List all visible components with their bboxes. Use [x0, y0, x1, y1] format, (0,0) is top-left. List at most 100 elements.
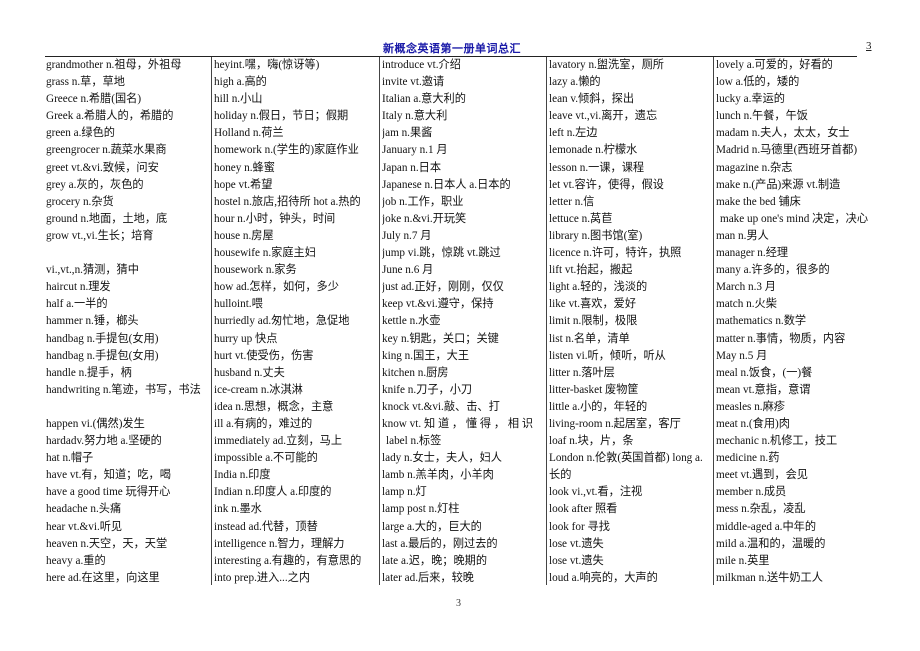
vocabulary-entry: member n.成员 [716, 486, 787, 499]
vocabulary-entry: library n.图书馆(室) [549, 229, 643, 242]
vocabulary-entry: middle-aged a.中年的 [716, 520, 817, 533]
vocabulary-entry: lamp n.灯 [382, 486, 427, 499]
vocabulary-entry: Italian a.意大利的 [382, 93, 466, 106]
vocabulary-entry: mean vt.意指，意谓 [716, 383, 811, 396]
vocabulary-entry: hour n.小时，钟头，时间 [214, 212, 336, 225]
vocabulary-entry: handbag n.手提包(女用) [46, 349, 159, 362]
vocabulary-entry: happen vi.(偶然)发生 [46, 417, 145, 430]
vocabulary-entry: lemonade n.柠檬水 [549, 144, 638, 157]
vocabulary-entry: lesson n.一课，课程 [549, 161, 645, 174]
vocabulary-entry [46, 245, 211, 262]
vocabulary-entry: loaf n.块，片，条 [549, 435, 634, 448]
vocabulary-entry: low a.低的，矮的 [716, 76, 800, 89]
vocabulary-entry: hear vt.&vi.听见 [46, 520, 123, 533]
vocabulary-entry: hope vt.希望 [214, 178, 273, 191]
vocabulary-entry: India n.印度 [214, 469, 271, 482]
vocabulary-entry: many a.许多的，很多的 [716, 264, 830, 277]
vocabulary-entry: meat n.(食用)肉 [716, 417, 790, 430]
vocabulary-entry: job n.工作，职业 [382, 195, 464, 208]
vocabulary-entry: meet vt.遇到，会见 [716, 469, 808, 482]
vocabulary-entry: intelligence n.智力，理解力 [214, 537, 345, 550]
vocabulary-entry: June n.6 月 [382, 264, 434, 277]
vocabulary-entry: Greek a.希腊人的，希腊的 [46, 110, 174, 123]
vocabulary-entry: meal n.饭食，(一)餐 [716, 366, 813, 379]
vocabulary-entry: hat n.帽子 [46, 452, 94, 465]
vocabulary-entry: interesting a.有趣的，有意思的 [214, 554, 362, 567]
vocabulary-entry: lose vt.遗失 [549, 554, 604, 567]
vocabulary-entry: lift vt.抬起，搬起 [549, 264, 633, 277]
vocabulary-entry: housewife n.家庭主妇 [214, 247, 316, 260]
vocabulary-entry: lunch n.午餐，午饭 [716, 110, 808, 123]
vocabulary-entry: magazine n.杂志 [716, 161, 793, 174]
vocabulary-column-2: heyint.嘿，嗨(惊讶等) high a.高的 hill n.小山 holiday… [211, 57, 379, 585]
vocabulary-entry: large a.大的，巨大的 [382, 520, 482, 533]
vocabulary-entry: May n.5 月 [716, 349, 768, 362]
vocabulary-entry: just ad.正好，刚刚，仅仅 [382, 281, 504, 294]
vocabulary-entry: have vt.有，知道；吃，喝 [46, 469, 171, 482]
vocabulary-entry: March n.3 月 [716, 281, 776, 294]
vocabulary-entry: look vi.,vt.看，注视 [549, 486, 643, 499]
vocabulary-column-3: introduce vt.介绍 invite vt.邀请 Italian a.意大利… [379, 57, 546, 585]
header-page-number: 3 [866, 40, 872, 52]
vocabulary-entry: grocery n.杂货 [46, 195, 114, 208]
vocabulary-entry: man n.男人 [716, 229, 769, 242]
vocabulary-entry: madam n.夫人，太太，女士 [716, 127, 850, 140]
vocabulary-entry: mild a.温和的，温暖的 [716, 537, 826, 550]
vocabulary-entry: introduce vt.介绍 [382, 59, 461, 71]
vocabulary-entry: licence n.许可，特许，执照 [549, 247, 682, 260]
vocabulary-entry: honey n.蜂蜜 [214, 161, 275, 174]
vocabulary-entry: Japan n.日本 [382, 161, 442, 174]
vocabulary-entry: key n.钥匙，关口；关键 [382, 332, 499, 345]
vocabulary-entry: lovely a.可爱的，好看的 [716, 59, 833, 71]
vocabulary-entry: July n.7 月 [382, 229, 432, 242]
vocabulary-entry: green a.绿色的 [46, 127, 115, 140]
vocabulary-entry: greengrocer n.蔬菜水果商 [46, 144, 167, 157]
vocabulary-entry: 长的 [549, 469, 572, 482]
vocabulary-entry: lamb n.羔羊肉，小羊肉 [382, 469, 494, 482]
vocabulary-entry: lose vt.遗失 [549, 537, 604, 550]
vocabulary-entry: last a.最后的，刚过去的 [382, 537, 498, 550]
vocabulary-entry: holiday n.假日，节日；假期 [214, 110, 349, 123]
vocabulary-entry: how ad.怎样，如何，多少 [214, 281, 339, 294]
vocabulary-entry: grass n.草，草地 [46, 76, 125, 89]
vocabulary-entry: list n.名单，清单 [549, 332, 630, 345]
vocabulary-entry: knock vt.&vi.敲、击、打 [382, 400, 500, 413]
vocabulary-entry: lean v.倾斜，探出 [549, 93, 635, 106]
vocabulary-column-4: lavatory n.盥洗室，厕所 lazy a.懒的 lean v.倾斜，探出 le… [546, 57, 713, 585]
vocabulary-column-5: lovely a.可爱的，好看的 low a.低的，矮的 lucky a.幸运的 lu… [713, 57, 877, 585]
vocabulary-entry: kettle n.水壶 [382, 315, 441, 328]
vocabulary-entry: grow vt.,vi.生长；培育 [46, 229, 154, 242]
vocabulary-entry: invite vt.邀请 [382, 76, 445, 89]
document-header-title: 新概念英语第一册单词总汇 [383, 42, 521, 55]
vocabulary-entry: husband n.丈夫 [214, 366, 285, 379]
vocabulary-entry: Madrid n.马德里(西班牙首都) [716, 144, 858, 157]
vocabulary-table: grandmother n.祖母，外祖母 grass n.草，草地 Greece n… [45, 57, 877, 585]
vocabulary-entry: hulloint.喂 [214, 298, 263, 311]
vocabulary-entry: handwriting n.笔迹，书写，书法 [46, 383, 201, 396]
vocabulary-entry: here ad.在这里，向这里 [46, 571, 160, 584]
vocabulary-entry: idea n.思想，概念，主意 [214, 400, 334, 413]
vocabulary-entry: Greece n.希腊(国名) [46, 93, 142, 106]
vocabulary-entry: kitchen n.厨房 [382, 366, 449, 379]
vocabulary-entry: letter n.信 [549, 195, 595, 208]
vocabulary-entry: know vt. 知 道 ， 懂 得 ， 相 识 [382, 417, 534, 430]
vocabulary-entry: grey a.灰的，灰色的 [46, 178, 144, 191]
vocabulary-entry: lettuce n.莴苣 [549, 212, 613, 225]
vocabulary-entry: lucky a.幸运的 [716, 93, 785, 106]
vocabulary-entry: greet vt.&vi.致候，问安 [46, 161, 159, 174]
vocabulary-entry: look for 寻找 [549, 520, 610, 533]
vocabulary-entry: make the bed 铺床 [716, 195, 801, 208]
vocabulary-entry: medicine n.药 [716, 452, 780, 465]
vocabulary-entry: immediately ad.立刻，马上 [214, 435, 343, 448]
vocabulary-entry: headache n.头痛 [46, 503, 122, 516]
vocabulary-entry: Italy n.意大利 [382, 110, 448, 123]
vocabulary-entry: handbag n.手提包(女用) [46, 332, 159, 345]
vocabulary-column-1: grandmother n.祖母，外祖母 grass n.草，草地 Greece n… [45, 57, 211, 585]
vocabulary-entry: look after 照看 [549, 503, 618, 516]
vocabulary-entry: Holland n.荷兰 [214, 127, 284, 140]
vocabulary-entry [46, 399, 211, 416]
vocabulary-entry: lazy a.懒的 [549, 76, 601, 89]
vocabulary-entry: lady n.女士，夫人，妇人 [382, 452, 502, 465]
vocabulary-entry: hostel n.旅店,招待所 hot a.热的 [214, 195, 361, 208]
vocabulary-entry: lamp post n.灯柱 [382, 503, 460, 516]
